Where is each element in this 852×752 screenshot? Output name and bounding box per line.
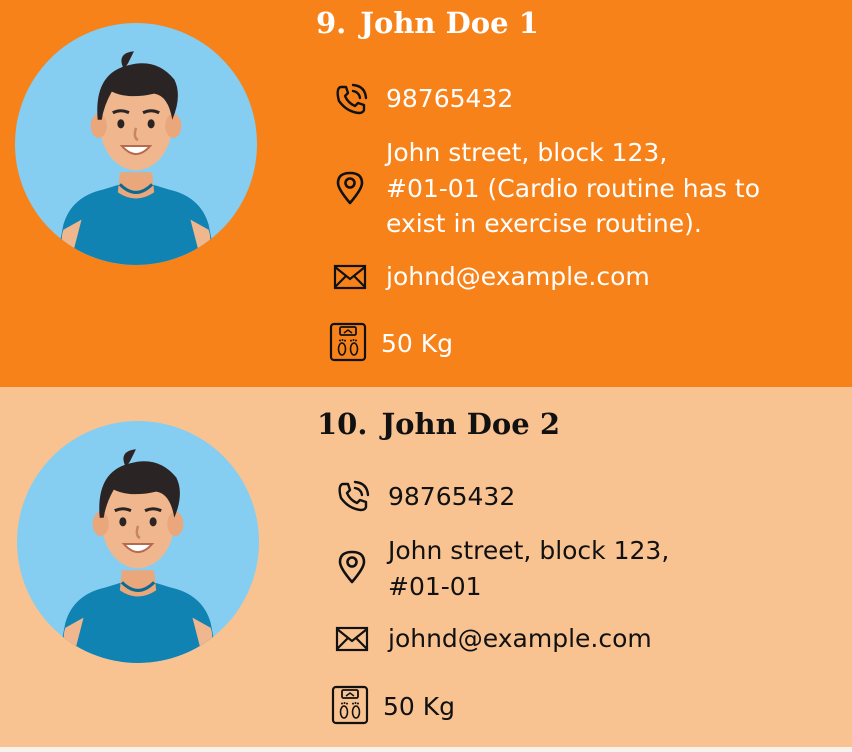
weighing-scale-icon [331, 684, 369, 726]
person-card[interactable]: 9. John Doe 1 98765432 John street, block… [0, 0, 852, 387]
person-email: johnd@example.com [388, 624, 652, 653]
person-address: John street, block 123, #01-01 (Cardio r… [386, 135, 760, 242]
envelope-icon [334, 621, 370, 657]
person-weight: 50 Kg [381, 329, 454, 358]
person-address: John street, block 123, #01-01 [388, 533, 669, 604]
weighing-scale-icon [329, 321, 367, 363]
person-phone: 98765432 [386, 84, 514, 113]
address-line: John street, block 123, [388, 536, 670, 565]
person-name: 10. John Doe 2 [317, 407, 560, 441]
phone-icon [335, 479, 371, 515]
address-line: #01-01 (Cardio routine has to [386, 173, 760, 203]
address-line: #01-01 [388, 571, 482, 601]
person-avatar-icon [17, 421, 259, 663]
person-phone: 98765432 [388, 482, 516, 511]
person-weight: 50 Kg [383, 692, 456, 721]
address-line: exist in exercise routine). [386, 209, 702, 238]
address-line: John street, block 123, [386, 138, 668, 167]
location-pin-icon [334, 549, 370, 585]
person-email: johnd@example.com [386, 262, 650, 291]
phone-icon [333, 82, 369, 118]
person-name: 9. John Doe 1 [316, 6, 539, 40]
person-card[interactable]: 10. John Doe 2 98765432 John street, bloc… [0, 387, 852, 747]
location-pin-icon [332, 170, 368, 206]
list-divider [0, 747, 852, 752]
envelope-icon [332, 259, 368, 295]
person-avatar-icon [15, 23, 257, 265]
